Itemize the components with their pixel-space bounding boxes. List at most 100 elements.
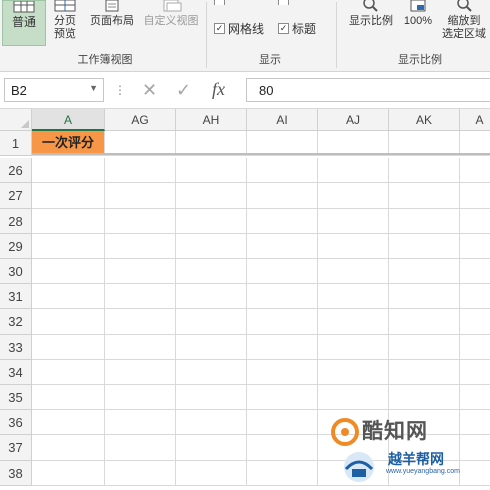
- cell[interactable]: [105, 309, 176, 335]
- resize-handle-icon[interactable]: ⋮: [114, 83, 126, 97]
- cell[interactable]: [105, 385, 176, 411]
- cell[interactable]: [318, 259, 389, 285]
- cell[interactable]: [247, 259, 318, 285]
- gridlines-checkbox[interactable]: ✓: [214, 23, 225, 34]
- cell[interactable]: [105, 435, 176, 461]
- cell[interactable]: [176, 309, 247, 335]
- formula-input[interactable]: 80: [246, 78, 490, 102]
- custom-views-button[interactable]: 自定义视图: [140, 0, 202, 28]
- cell[interactable]: [176, 334, 247, 360]
- cell[interactable]: [460, 158, 490, 184]
- row-header[interactable]: 38: [0, 460, 32, 486]
- cell[interactable]: [32, 334, 105, 360]
- cell[interactable]: [176, 410, 247, 436]
- cell[interactable]: [105, 259, 176, 285]
- cell[interactable]: [176, 158, 247, 184]
- row-header[interactable]: 35: [0, 385, 32, 411]
- cell[interactable]: [460, 309, 490, 335]
- cell[interactable]: [247, 385, 318, 411]
- cell[interactable]: [247, 334, 318, 360]
- cell[interactable]: [247, 460, 318, 486]
- cell[interactable]: [318, 309, 389, 335]
- page-layout-button[interactable]: 页面布局: [86, 0, 138, 28]
- cell[interactable]: [247, 183, 318, 209]
- cell[interactable]: [389, 158, 460, 184]
- cell[interactable]: [105, 208, 176, 234]
- cell[interactable]: [247, 284, 318, 310]
- cell[interactable]: [176, 460, 247, 486]
- cell[interactable]: [247, 309, 318, 335]
- insert-function-icon[interactable]: fx: [212, 79, 225, 100]
- cell[interactable]: [389, 309, 460, 335]
- row-header[interactable]: 30: [0, 259, 32, 285]
- cell[interactable]: [389, 183, 460, 209]
- row-header[interactable]: 1: [0, 131, 32, 157]
- row-header[interactable]: 31: [0, 284, 32, 310]
- cell[interactable]: [318, 183, 389, 209]
- headings-checkbox[interactable]: ✓: [278, 23, 289, 34]
- cell[interactable]: [460, 334, 490, 360]
- enter-icon[interactable]: ✓: [176, 80, 191, 100]
- row-header[interactable]: 33: [0, 334, 32, 360]
- cell[interactable]: [32, 259, 105, 285]
- row-header[interactable]: 29: [0, 233, 32, 259]
- cell[interactable]: [389, 359, 460, 385]
- row-header[interactable]: 26: [0, 158, 32, 184]
- row-header[interactable]: 32: [0, 309, 32, 335]
- cell[interactable]: [460, 233, 490, 259]
- cell[interactable]: [176, 359, 247, 385]
- cell[interactable]: [105, 233, 176, 259]
- cell[interactable]: [389, 208, 460, 234]
- cell[interactable]: [460, 385, 490, 411]
- headings-checkbox-row[interactable]: ✓ 标题: [278, 20, 316, 37]
- cancel-icon[interactable]: ✕: [142, 80, 157, 100]
- column-header[interactable]: AI: [247, 109, 318, 131]
- cell[interactable]: [32, 208, 105, 234]
- cell[interactable]: [32, 233, 105, 259]
- column-header[interactable]: AJ: [318, 109, 389, 131]
- cell[interactable]: [389, 385, 460, 411]
- cell[interactable]: [318, 158, 389, 184]
- cell[interactable]: [460, 183, 490, 209]
- zoom-100-button[interactable]: 100%: [400, 0, 436, 28]
- cell[interactable]: [318, 385, 389, 411]
- cell[interactable]: [460, 359, 490, 385]
- cell[interactable]: [32, 410, 105, 436]
- cell[interactable]: [389, 334, 460, 360]
- cell[interactable]: [389, 259, 460, 285]
- cell[interactable]: [105, 460, 176, 486]
- cell[interactable]: [32, 284, 105, 310]
- cell[interactable]: [176, 259, 247, 285]
- column-header[interactable]: AK: [389, 109, 460, 131]
- cell[interactable]: [389, 233, 460, 259]
- ruler-checkbox[interactable]: [214, 0, 225, 5]
- cell[interactable]: [247, 435, 318, 461]
- cell[interactable]: [32, 359, 105, 385]
- row-header[interactable]: 34: [0, 359, 32, 385]
- cell[interactable]: [176, 435, 247, 461]
- select-all-corner[interactable]: [0, 109, 32, 131]
- cell[interactable]: [105, 158, 176, 184]
- cell[interactable]: [32, 435, 105, 461]
- name-box[interactable]: B2 ▼: [4, 78, 104, 102]
- cell[interactable]: [176, 183, 247, 209]
- cell[interactable]: [32, 158, 105, 184]
- cell[interactable]: [318, 359, 389, 385]
- cell[interactable]: [105, 183, 176, 209]
- cell[interactable]: [176, 385, 247, 411]
- cell[interactable]: [176, 233, 247, 259]
- cell[interactable]: [247, 158, 318, 184]
- cell[interactable]: [176, 208, 247, 234]
- column-header[interactable]: AG: [105, 109, 176, 131]
- normal-view-button[interactable]: 普通: [2, 0, 46, 46]
- cell[interactable]: [247, 233, 318, 259]
- cell[interactable]: [105, 334, 176, 360]
- row-header[interactable]: 27: [0, 183, 32, 209]
- column-header[interactable]: AH: [176, 109, 247, 131]
- page-break-preview-button[interactable]: 分页 预览: [50, 0, 80, 48]
- cell[interactable]: [32, 460, 105, 486]
- cell[interactable]: [460, 259, 490, 285]
- column-header[interactable]: A: [460, 109, 490, 131]
- cell[interactable]: [389, 284, 460, 310]
- cell[interactable]: [318, 233, 389, 259]
